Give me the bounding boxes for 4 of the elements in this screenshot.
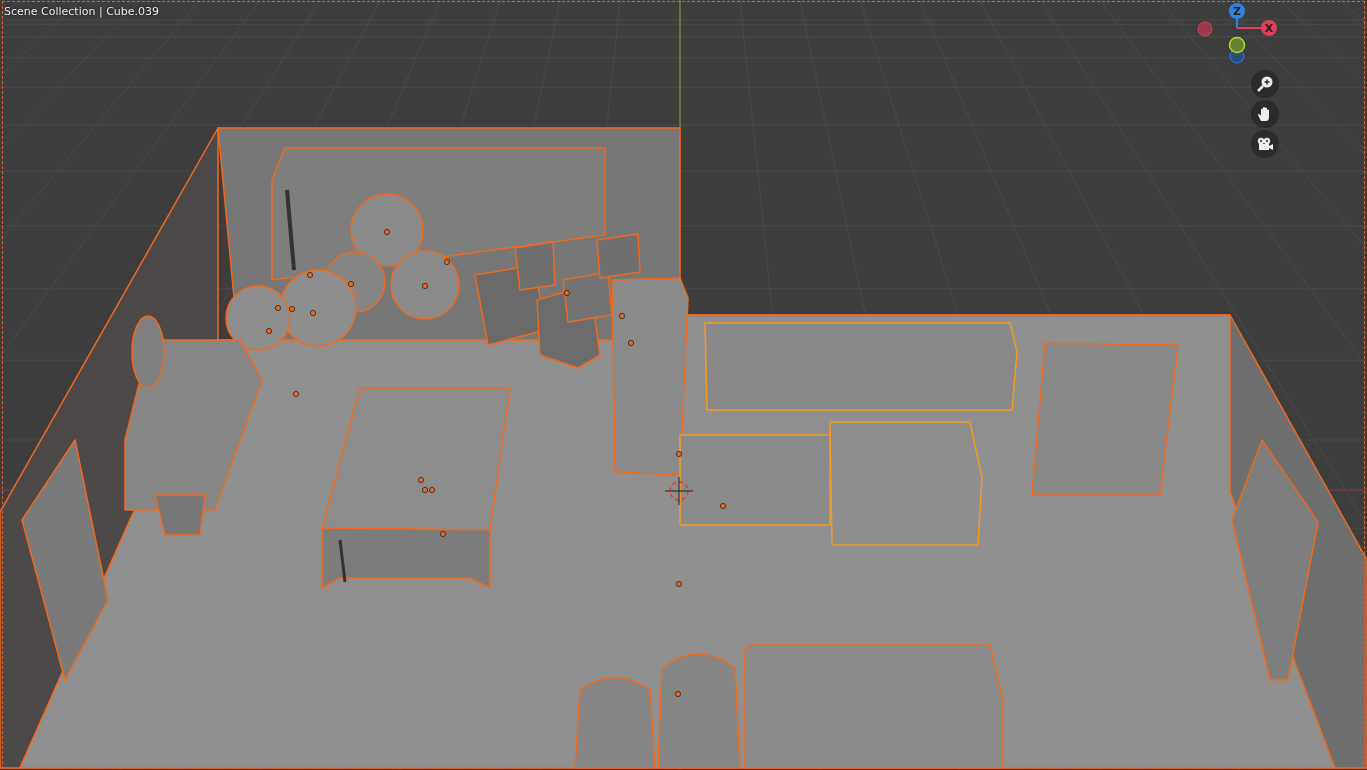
3d-cursor-icon[interactable] — [664, 476, 694, 506]
viewport-header: Scene Collection | Cube.039 — [4, 5, 160, 18]
axis-handle[interactable] — [1197, 21, 1213, 37]
axis-handle[interactable] — [1228, 36, 1246, 54]
